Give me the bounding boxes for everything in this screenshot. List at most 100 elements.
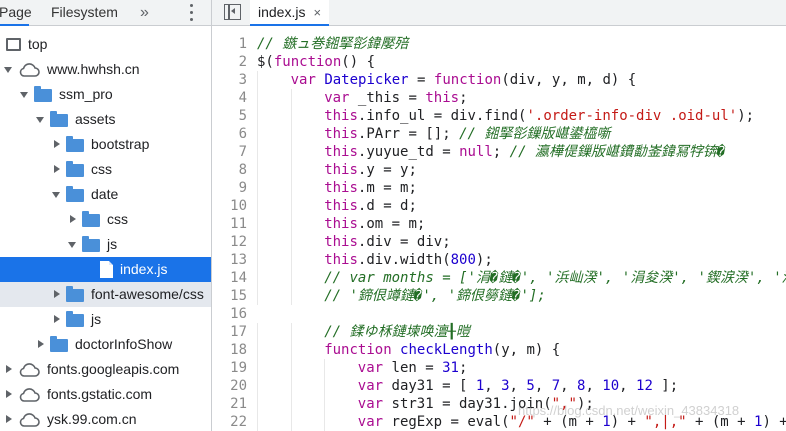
code-token: ); <box>475 252 493 268</box>
indent-guide <box>324 413 326 431</box>
tree-item[interactable]: doctorInfoShow <box>0 332 211 357</box>
code-token: 800 <box>450 252 476 268</box>
tree-item[interactable]: js <box>0 307 211 332</box>
line-number[interactable]: 19 <box>212 359 247 377</box>
tree-item[interactable]: bootstrap <box>0 132 211 157</box>
tab-filesystem[interactable]: Filesystem <box>51 0 118 25</box>
code-token: var <box>357 414 392 430</box>
code-token: // 鍒ゆ柇鏈堜唤澶╂暟 <box>324 324 470 340</box>
code-line: 7 this.yuyue_td = null; // 瀛樺偍鏁版嵁鐨勫崟鍏冩牸锛� <box>212 143 786 161</box>
line-number[interactable]: 2 <box>212 53 247 71</box>
code-token: , <box>509 378 527 394</box>
tree-item[interactable]: fonts.googleapis.com <box>0 357 211 382</box>
expand-down-icon[interactable] <box>52 182 62 207</box>
code-line: 12 this.div = div; <box>212 233 786 251</box>
code-line: 15 // '鍗佷竴鏈�', '鍗佷簩鏈�']; <box>212 287 786 305</box>
expand-down-icon[interactable] <box>20 82 30 107</box>
indent-guide <box>257 179 258 197</box>
tree-item[interactable]: ssm_pro <box>0 82 211 107</box>
line-number[interactable]: 21 <box>212 395 247 413</box>
expand-right-icon[interactable] <box>52 132 62 157</box>
tab-page[interactable]: Page <box>0 0 36 25</box>
line-number[interactable]: 4 <box>212 89 247 107</box>
tree-item[interactable]: fonts.gstatic.com <box>0 382 211 407</box>
line-number[interactable]: 8 <box>212 161 247 179</box>
code-line: 18 function checkLength(y, m) { <box>212 341 786 359</box>
code-token: ; <box>492 144 510 160</box>
line-number[interactable]: 13 <box>212 251 247 269</box>
expand-right-icon[interactable] <box>4 357 14 382</box>
code-token: var <box>357 360 392 376</box>
code-token: .PArr = []; <box>357 126 460 142</box>
code-token: // 鏃ュ巻鎺掔彮鍏嬮殕 <box>257 36 409 52</box>
line-number[interactable]: 15 <box>212 287 247 305</box>
expand-right-icon[interactable] <box>4 407 14 431</box>
code-editor[interactable]: 1// 鏃ュ巻鎺掔彮鍏嬮殕 2 $(function() {3 var Datepic… <box>212 35 786 431</box>
expand-right-icon[interactable] <box>36 332 46 357</box>
close-icon[interactable]: × <box>313 5 321 20</box>
navigator-panel: Page Filesystem » top www.hwhsh.cn ssm_pro… <box>0 0 211 431</box>
code-token: var <box>290 72 325 88</box>
expand-right-icon[interactable] <box>52 282 62 307</box>
code-token: len = <box>391 360 443 376</box>
line-number[interactable]: 16 <box>212 305 247 323</box>
tree-item[interactable]: css <box>0 207 211 232</box>
code-token: 1 <box>475 378 485 394</box>
tree-item[interactable]: top <box>0 32 211 57</box>
tab-label: index.js <box>258 4 306 20</box>
indent-guide <box>290 197 292 215</box>
line-number[interactable]: 17 <box>212 323 247 341</box>
tree-item[interactable]: ysk.99.com.cn <box>0 407 211 431</box>
expand-down-icon[interactable] <box>4 57 14 82</box>
code-token: = <box>408 72 434 88</box>
code-token: , <box>619 378 637 394</box>
code-token: this <box>324 198 358 214</box>
line-number[interactable]: 20 <box>212 377 247 395</box>
code-token: 10 <box>602 378 620 394</box>
tree-item[interactable]: assets <box>0 107 211 132</box>
more-options-icon[interactable] <box>185 3 199 22</box>
tree-item-label: www.hwhsh.cn <box>47 61 140 77</box>
code-token: ]; <box>652 378 679 394</box>
line-number[interactable]: 12 <box>212 233 247 251</box>
code-token: regExp = eval( <box>391 414 510 430</box>
code-line: 9 this.m = m; <box>212 179 786 197</box>
line-number[interactable]: 5 <box>212 107 247 125</box>
line-number[interactable]: 3 <box>212 71 247 89</box>
line-number[interactable]: 11 <box>212 215 247 233</box>
expand-down-icon[interactable] <box>68 232 78 257</box>
line-number[interactable]: 10 <box>212 197 247 215</box>
tree-item[interactable]: index.js <box>0 257 211 282</box>
expand-right-icon[interactable] <box>4 382 14 407</box>
tree-item[interactable]: www.hwhsh.cn <box>0 57 211 82</box>
code-token: function <box>433 72 502 88</box>
code-token: var <box>357 378 392 394</box>
code-token: .y = y; <box>357 162 417 178</box>
toggle-navigator-icon[interactable] <box>224 4 241 20</box>
expand-right-icon[interactable] <box>68 207 78 232</box>
line-number[interactable]: 18 <box>212 341 247 359</box>
line-number[interactable]: 22 <box>212 413 247 431</box>
expand-down-icon[interactable] <box>36 107 46 132</box>
line-number[interactable]: 7 <box>212 143 247 161</box>
expand-right-icon[interactable] <box>52 307 62 332</box>
tree-item[interactable]: date <box>0 182 211 207</box>
tab-index-js[interactable]: index.js × <box>250 0 330 26</box>
tree-item[interactable]: css <box>0 157 211 182</box>
code-line: 11 this.om = m; <box>212 215 786 233</box>
line-number[interactable]: 6 <box>212 125 247 143</box>
indent-guide <box>290 125 292 143</box>
indent-guide <box>257 89 258 107</box>
line-code: var day31 = [ 1, 3, 5, 7, 8, 10, 12 ]; <box>358 377 678 395</box>
code-token: '.order-info-div .oid-ul' <box>526 108 738 124</box>
tree-item[interactable]: js <box>0 232 211 257</box>
line-number[interactable]: 14 <box>212 269 247 287</box>
line-number[interactable]: 9 <box>212 179 247 197</box>
indent-guide <box>257 107 258 125</box>
indent-guide <box>257 143 258 161</box>
expand-right-icon[interactable] <box>52 157 62 182</box>
code-token: var <box>357 396 392 412</box>
more-tabs-button[interactable]: » <box>140 0 149 25</box>
tree-item[interactable]: font-awesome/css <box>0 282 211 307</box>
line-number[interactable]: 1 <box>212 35 247 53</box>
